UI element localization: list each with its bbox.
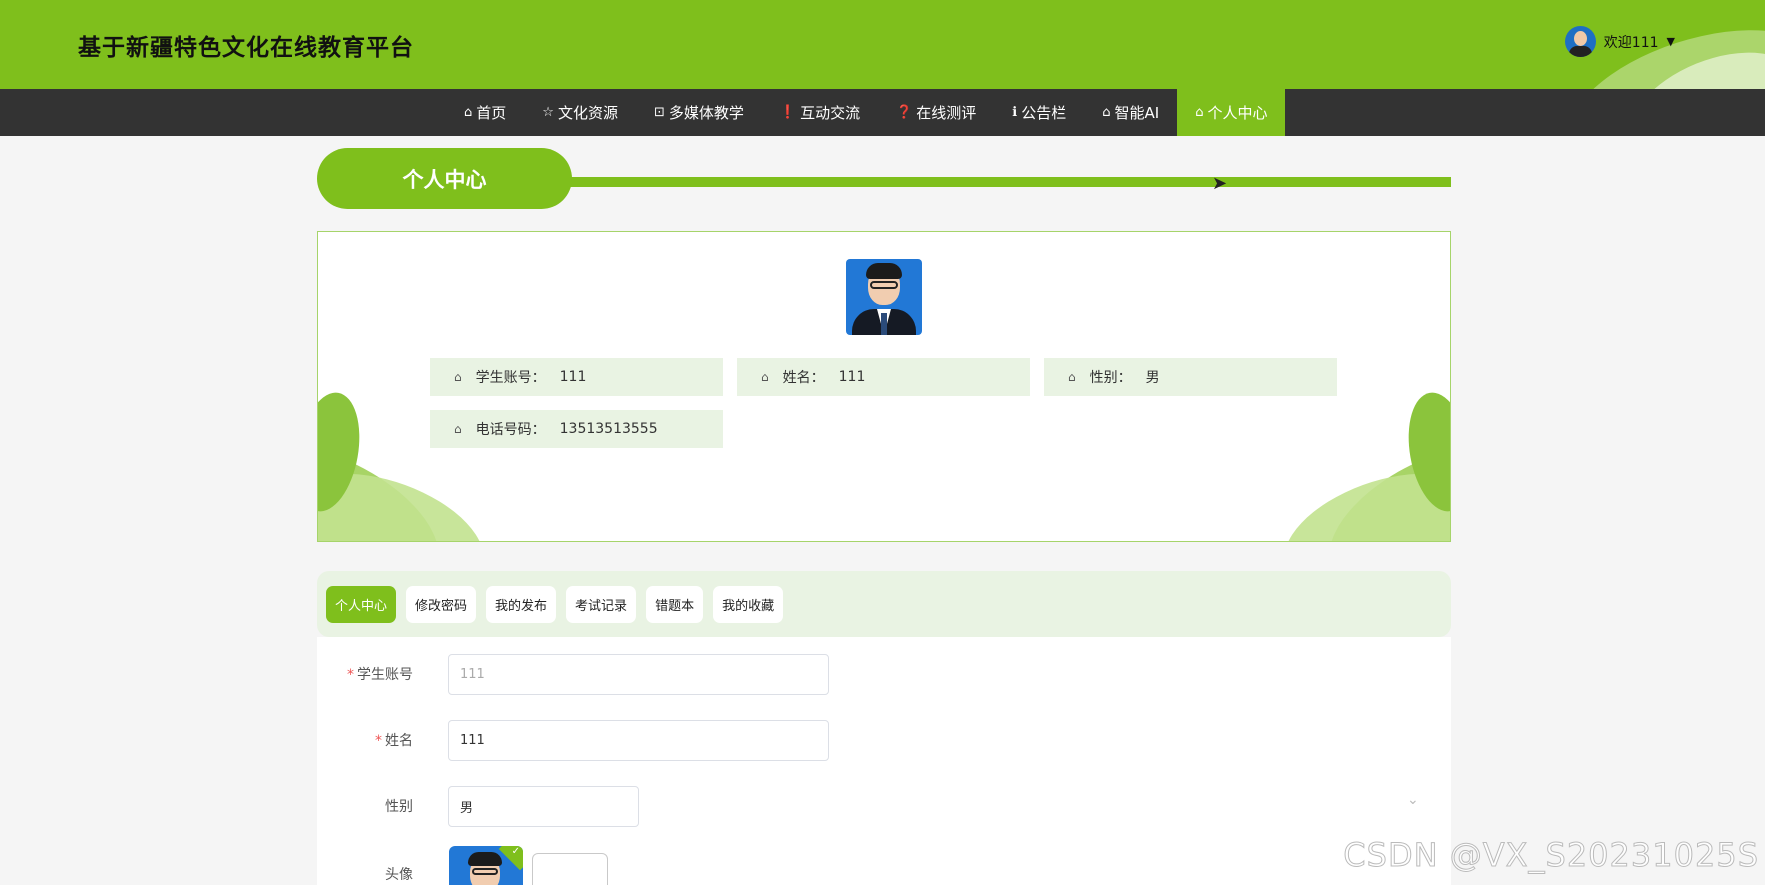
nav-item-notice[interactable]: ℹ 公告栏 (994, 89, 1084, 136)
watermark: CSDN @VX_S20231025S (1343, 836, 1759, 875)
avatar-thumbnail[interactable]: ✓ (449, 846, 523, 885)
required-mark: * (375, 733, 382, 749)
tab-favorites[interactable]: 我的收藏 (713, 585, 784, 623)
site-title: 基于新疆特色文化在线教育平台 (78, 35, 414, 61)
tab-personal-center[interactable]: 个人中心 (326, 585, 397, 623)
nav-item-culture-resources[interactable]: ☆ 文化资源 (524, 89, 636, 136)
info-label: 性别： (1089, 370, 1132, 386)
name-field[interactable]: 111 (448, 720, 829, 761)
nav-label: 多媒体教学 (668, 104, 744, 122)
question-icon: ❓ (896, 105, 913, 120)
account-label-text: 学生账号 (357, 667, 413, 683)
nav-label: 首页 (476, 104, 507, 122)
home-icon: ⌂ (454, 422, 462, 436)
info-label: 学生账号： (475, 370, 546, 386)
home-icon: ⌂ (464, 105, 473, 120)
nav-label: 公告栏 (1021, 104, 1067, 122)
caret-down-icon[interactable]: ▼ (1667, 35, 1675, 48)
info-name: ⌂ 姓名： 111 (737, 358, 1030, 396)
home-icon: ⌂ (1195, 105, 1204, 120)
info-value: 13513513555 (559, 421, 658, 437)
nav-label: 智能AI (1114, 104, 1160, 122)
nav-item-personal-center[interactable]: ⌂ 个人中心 (1177, 89, 1286, 136)
nav-item-multimedia[interactable]: ⊡ 多媒体教学 (636, 89, 762, 136)
section-title: 个人中心 (317, 148, 572, 209)
nav-item-home[interactable]: ⌂ 首页 (446, 89, 524, 136)
welcome-text: 欢迎111 (1603, 34, 1659, 51)
chevron-down-icon[interactable]: ⌄ (1407, 792, 1419, 808)
nav-label: 文化资源 (557, 104, 618, 122)
nav-item-ai[interactable]: ⌂ 智能AI (1084, 89, 1177, 136)
account-label: * 学生账号 (313, 664, 413, 684)
top-header: 基于新疆特色文化在线教育平台 欢迎111 ▼ (0, 0, 1765, 89)
profile-tabs: 个人中心 修改密码 我的发布 考试记录 错题本 我的收藏 (317, 571, 1451, 637)
profile-card: ⌂ 学生账号： 111 ⌂ 姓名： 111 ⌂ 性别： 男 ⌂ 电话号码： 13… (317, 231, 1451, 542)
info-label: 姓名： (782, 370, 825, 386)
bag-icon: ⊡ (653, 105, 665, 120)
check-icon: ✓ (511, 846, 520, 857)
gender-label: 性别 (385, 799, 413, 815)
home-icon: ⌂ (454, 370, 462, 384)
mouse-cursor-icon: ➤ (1212, 173, 1228, 194)
nav-label: 互动交流 (800, 104, 861, 122)
profile-form: *学生账号 111 *姓名 111 性别 男 ⌄ 头像 ✓ + (317, 637, 1451, 885)
tab-change-password[interactable]: 修改密码 (406, 585, 477, 623)
required-mark: * (347, 667, 354, 683)
info-label: 电话号码： (475, 422, 546, 438)
name-label: * 姓名 (313, 730, 413, 750)
user-menu[interactable]: 欢迎111 ▼ (1564, 26, 1675, 57)
name-label-text: 姓名 (385, 733, 413, 749)
exclamation-icon: ❗ (779, 105, 797, 120)
info-value: 男 (1145, 370, 1160, 386)
home-icon: ⌂ (761, 370, 769, 384)
star-icon: ☆ (542, 105, 554, 120)
gender-select[interactable]: 男 (448, 786, 639, 827)
info-value: 111 (838, 369, 866, 385)
tab-my-posts[interactable]: 我的发布 (486, 585, 557, 623)
info-gender: ⌂ 性别： 男 (1044, 358, 1337, 396)
nav-item-online-test[interactable]: ❓ 在线测评 (878, 89, 994, 136)
avatar-label: 头像 (385, 867, 413, 883)
info-icon: ℹ (1012, 105, 1018, 120)
upload-avatar-button[interactable]: + (532, 853, 608, 885)
home-icon: ⌂ (1068, 370, 1076, 384)
info-account: ⌂ 学生账号： 111 (430, 358, 723, 396)
nav-label: 在线测评 (916, 104, 977, 122)
user-avatar[interactable] (1564, 26, 1596, 57)
nav-item-interaction[interactable]: ❗ 互动交流 (762, 89, 878, 136)
main-nav: ⌂ 首页 ☆ 文化资源 ⊡ 多媒体教学 ❗ 互动交流 ❓ 在线测评 ℹ 公告栏 … (0, 89, 1765, 136)
account-field[interactable]: 111 (448, 654, 829, 695)
tab-wrong-questions[interactable]: 错题本 (646, 585, 704, 623)
tab-exam-records[interactable]: 考试记录 (566, 585, 637, 623)
profile-photo (846, 259, 922, 335)
section-title-line (560, 177, 1451, 187)
nav-label: 个人中心 (1207, 104, 1268, 122)
home-icon: ⌂ (1102, 105, 1111, 120)
info-phone: ⌂ 电话号码： 13513513555 (430, 410, 723, 448)
info-value: 111 (559, 369, 587, 385)
